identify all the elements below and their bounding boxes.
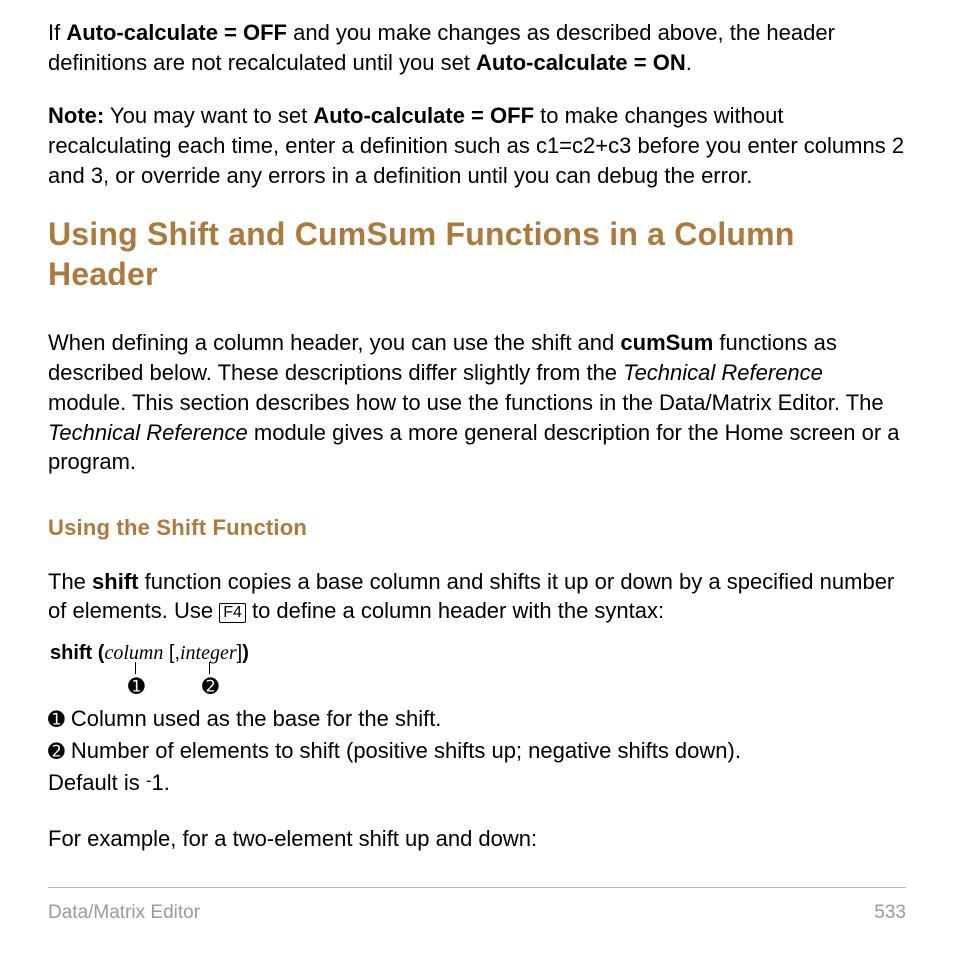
text: Default is: [48, 770, 146, 795]
callout-legend: ➊ Column used as the base for the shift.…: [48, 704, 906, 798]
legend-marker-1: ➊: [48, 709, 65, 731]
syntax-sep: [,: [163, 642, 180, 664]
page-footer: Data/Matrix Editor 533: [48, 887, 906, 926]
text: If: [48, 20, 66, 45]
text: Column used as the base for the shift.: [65, 706, 442, 731]
heading-shift-cumsum: Using Shift and CumSum Functions in a Co…: [48, 214, 906, 294]
legend-row-3: Default is -1.: [48, 768, 906, 798]
legend-marker-2: ➋: [48, 741, 65, 763]
callout-line-1: [135, 662, 136, 674]
text: The: [48, 569, 92, 594]
paragraph-shift-desc: The shift function copies a base column …: [48, 567, 906, 626]
legend-row-2: ➋ Number of elements to shift (positive …: [48, 736, 906, 766]
paragraph-intro: When defining a column header, you can u…: [48, 328, 906, 476]
syntax-text: shift (column [,integer]): [50, 640, 249, 667]
text: When defining a column header, you can u…: [48, 330, 620, 355]
text: You may want to set: [104, 103, 313, 128]
paragraph-autocalc-off: If Auto-calculate = OFF and you make cha…: [48, 18, 906, 77]
text: .: [686, 50, 692, 75]
callout-marker-2: ➋: [202, 674, 219, 701]
paragraph-example-lead: For example, for a two-element shift up …: [48, 824, 906, 854]
syntax-diagram: shift (column [,integer]) ➊ ➋: [50, 640, 906, 696]
bold-term: shift: [92, 569, 138, 594]
callout-line-2: [209, 662, 210, 674]
text: Number of elements to shift (positive sh…: [65, 738, 741, 763]
callout-marker-1: ➊: [128, 674, 145, 701]
key-f4: F4: [219, 603, 246, 623]
legend-row-1: ➊ Column used as the base for the shift.: [48, 704, 906, 734]
syntax-param-integer: integer: [180, 642, 237, 664]
italic-term: Technical Reference: [48, 420, 248, 445]
bold-term: cumSum: [620, 330, 713, 355]
bold-term: Auto-calculate = ON: [476, 50, 686, 75]
footer-page-number: 533: [874, 900, 906, 926]
bold-term: Auto-calculate = OFF: [313, 103, 534, 128]
bold-term: Auto-calculate = OFF: [66, 20, 287, 45]
syntax-keyword: shift (: [50, 642, 104, 664]
syntax-param-column: column: [104, 642, 163, 664]
heading-using-shift: Using the Shift Function: [48, 513, 906, 543]
italic-term: Technical Reference: [623, 360, 823, 385]
text: 1.: [152, 770, 170, 795]
note-label: Note:: [48, 103, 104, 128]
paragraph-note: Note: You may want to set Auto-calculate…: [48, 101, 906, 190]
text: to define a column header with the synta…: [246, 598, 664, 623]
syntax-close: ): [242, 642, 249, 664]
text: module. This section describes how to us…: [48, 390, 884, 415]
footer-section: Data/Matrix Editor: [48, 900, 200, 926]
